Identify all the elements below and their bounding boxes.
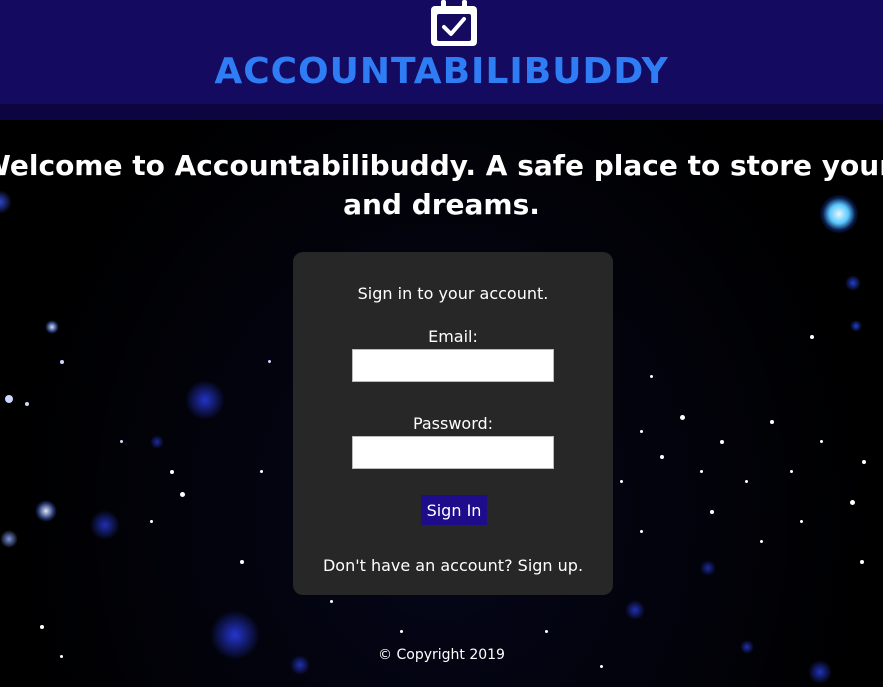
- sign-up-link[interactable]: Don't have an account? Sign up.: [323, 556, 583, 575]
- email-label: Email:: [428, 327, 478, 346]
- login-subtitle: Sign in to your account.: [357, 284, 549, 303]
- welcome-heading: Welcome to Accountabilibuddy. A safe pla…: [0, 146, 883, 224]
- calendar-check-icon: [431, 0, 477, 46]
- signup-prompt: Don't have an account? Sign up.: [293, 556, 613, 575]
- page: ACCOUNTABILIBUDDY Welcome to Accountabil…: [0, 0, 883, 687]
- site-header: ACCOUNTABILIBUDDY: [0, 0, 883, 120]
- brand-title: ACCOUNTABILIBUDDY: [214, 51, 669, 92]
- login-card: Sign in to your account. Email: Password…: [293, 252, 613, 595]
- email-field[interactable]: [352, 349, 554, 382]
- welcome-line-1: Welcome to Accountabilibuddy. A safe pla…: [0, 149, 883, 182]
- welcome-line-2: and dreams.: [343, 188, 540, 221]
- footer-copyright: © Copyright 2019: [378, 647, 505, 663]
- sign-in-button[interactable]: Sign In: [421, 495, 487, 525]
- password-field[interactable]: [352, 436, 554, 469]
- password-label: Password:: [412, 414, 494, 433]
